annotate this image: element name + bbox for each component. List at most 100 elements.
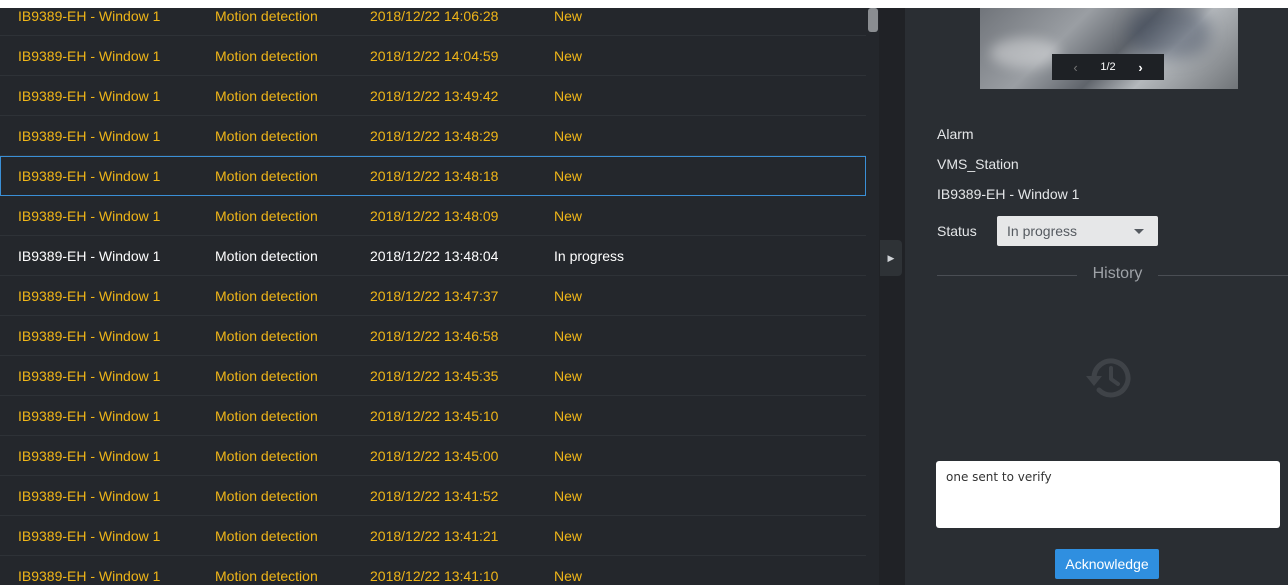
event-source: IB9389-EH - Window 1 (18, 168, 161, 184)
status-dropdown[interactable]: In progress (997, 216, 1158, 246)
status-dropdown-value: In progress (1007, 223, 1078, 239)
event-type: Motion detection (215, 328, 318, 344)
event-type: Motion detection (215, 128, 318, 144)
alarm-event-list: IB9389-EH - Window 1 Motion detection 2018… (0, 8, 866, 585)
event-type: Motion detection (215, 408, 318, 424)
event-status: New (554, 208, 583, 224)
event-source: IB9389-EH - Window 1 (18, 288, 161, 304)
event-status: New (554, 328, 583, 344)
event-source: IB9389-EH - Window 1 (18, 568, 161, 584)
event-row[interactable]: IB9389-EH - Window 1 Motion detection 2018… (0, 316, 866, 356)
chevron-right-icon[interactable]: › (1138, 60, 1142, 75)
acknowledge-button[interactable]: Acknowledge (1055, 549, 1159, 579)
event-time: 2018/12/22 13:41:21 (370, 528, 499, 544)
alarm-source-name: IB9389-EH - Window 1 (937, 186, 1080, 202)
event-status: In progress (554, 248, 625, 264)
event-time: 2018/12/22 13:46:58 (370, 328, 499, 344)
event-row[interactable]: IB9389-EH - Window 1 Motion detection 2018… (0, 556, 866, 585)
event-time: 2018/12/22 13:48:18 (370, 168, 499, 184)
event-status: New (554, 288, 583, 304)
event-row[interactable]: IB9389-EH - Window 1 Motion detection 2018… (0, 436, 866, 476)
status-label: Status (937, 223, 977, 239)
event-type: Motion detection (215, 568, 318, 584)
station-name: VMS_Station (937, 156, 1019, 172)
event-type: Motion detection (215, 168, 318, 184)
event-type: Motion detection (215, 48, 318, 64)
history-title: History (1092, 265, 1143, 282)
event-status: New (554, 448, 583, 464)
event-time: 2018/12/22 13:41:52 (370, 488, 499, 504)
event-time: 2018/12/22 13:45:00 (370, 448, 499, 464)
acknowledge-note-input[interactable]: one sent to verify (936, 461, 1280, 528)
collapse-panel-button[interactable]: ▶ (880, 240, 902, 276)
event-status: New (554, 568, 583, 584)
event-row[interactable]: IB9389-EH - Window 1 Motion detection 2018… (0, 236, 866, 276)
event-row[interactable]: IB9389-EH - Window 1 Motion detection 2018… (0, 196, 866, 236)
history-divider-left (937, 275, 1077, 276)
event-time: 2018/12/22 13:47:37 (370, 288, 499, 304)
event-row[interactable]: IB9389-EH - Window 1 Motion detection 2018… (0, 276, 866, 316)
caret-down-icon (1134, 229, 1144, 234)
snapshot-pager: ‹ 1/2 › (1052, 54, 1164, 80)
panel-divider (879, 8, 905, 585)
event-time: 2018/12/22 13:45:10 (370, 408, 499, 424)
event-type: Motion detection (215, 528, 318, 544)
event-time: 2018/12/22 13:48:09 (370, 208, 499, 224)
event-status: New (554, 128, 583, 144)
scrollbar-thumb[interactable] (868, 8, 878, 32)
event-row[interactable]: IB9389-EH - Window 1 Motion detection 2018… (0, 356, 866, 396)
event-row[interactable]: IB9389-EH - Window 1 Motion detection 2018… (0, 156, 866, 196)
event-source: IB9389-EH - Window 1 (18, 368, 161, 384)
event-row[interactable]: IB9389-EH - Window 1 Motion detection 2018… (0, 476, 866, 516)
event-row[interactable]: IB9389-EH - Window 1 Motion detection 2018… (0, 8, 866, 36)
event-time: 2018/12/22 13:41:10 (370, 568, 499, 584)
history-divider-right (1158, 275, 1288, 276)
alarm-type-label: Alarm (937, 126, 974, 142)
event-time: 2018/12/22 13:45:35 (370, 368, 499, 384)
alarm-management-view: IB9389-EH - Window 1 Motion detection 2018… (0, 8, 1288, 585)
event-source: IB9389-EH - Window 1 (18, 248, 161, 264)
event-source: IB9389-EH - Window 1 (18, 48, 161, 64)
event-time: 2018/12/22 13:48:04 (370, 248, 499, 264)
event-list-scrollbar[interactable] (868, 8, 878, 585)
history-icon (1086, 358, 1131, 398)
event-row[interactable]: IB9389-EH - Window 1 Motion detection 2018… (0, 396, 866, 436)
event-status: New (554, 528, 583, 544)
event-source: IB9389-EH - Window 1 (18, 88, 161, 104)
event-row[interactable]: IB9389-EH - Window 1 Motion detection 2018… (0, 76, 866, 116)
event-time: 2018/12/22 14:06:28 (370, 8, 499, 24)
event-type: Motion detection (215, 208, 318, 224)
event-type: Motion detection (215, 448, 318, 464)
event-status: New (554, 368, 583, 384)
snapshot-page-indicator: 1/2 (1100, 61, 1116, 73)
event-source: IB9389-EH - Window 1 (18, 128, 161, 144)
event-status: New (554, 88, 583, 104)
event-source: IB9389-EH - Window 1 (18, 328, 161, 344)
event-source: IB9389-EH - Window 1 (18, 528, 161, 544)
event-row[interactable]: IB9389-EH - Window 1 Motion detection 2018… (0, 36, 866, 76)
alarm-detail-panel: ‹ 1/2 › Alarm VMS_Station IB9389-EH - Wi… (905, 8, 1288, 585)
event-type: Motion detection (215, 248, 318, 264)
event-source: IB9389-EH - Window 1 (18, 488, 161, 504)
event-row[interactable]: IB9389-EH - Window 1 Motion detection 2018… (0, 516, 866, 556)
event-type: Motion detection (215, 8, 318, 24)
chevron-left-icon[interactable]: ‹ (1073, 60, 1077, 75)
event-time: 2018/12/22 14:04:59 (370, 48, 499, 64)
event-time: 2018/12/22 13:49:42 (370, 88, 499, 104)
event-source: IB9389-EH - Window 1 (18, 208, 161, 224)
event-source: IB9389-EH - Window 1 (18, 8, 161, 24)
event-status: New (554, 408, 583, 424)
event-type: Motion detection (215, 368, 318, 384)
event-time: 2018/12/22 13:48:29 (370, 128, 499, 144)
event-source: IB9389-EH - Window 1 (18, 408, 161, 424)
caret-right-icon: ▶ (887, 253, 895, 263)
event-type: Motion detection (215, 288, 318, 304)
event-row[interactable]: IB9389-EH - Window 1 Motion detection 2018… (0, 116, 866, 156)
event-type: Motion detection (215, 88, 318, 104)
event-status: New (554, 48, 583, 64)
event-status: New (554, 8, 583, 24)
event-status: New (554, 168, 583, 184)
event-status: New (554, 488, 583, 504)
event-type: Motion detection (215, 488, 318, 504)
event-source: IB9389-EH - Window 1 (18, 448, 161, 464)
